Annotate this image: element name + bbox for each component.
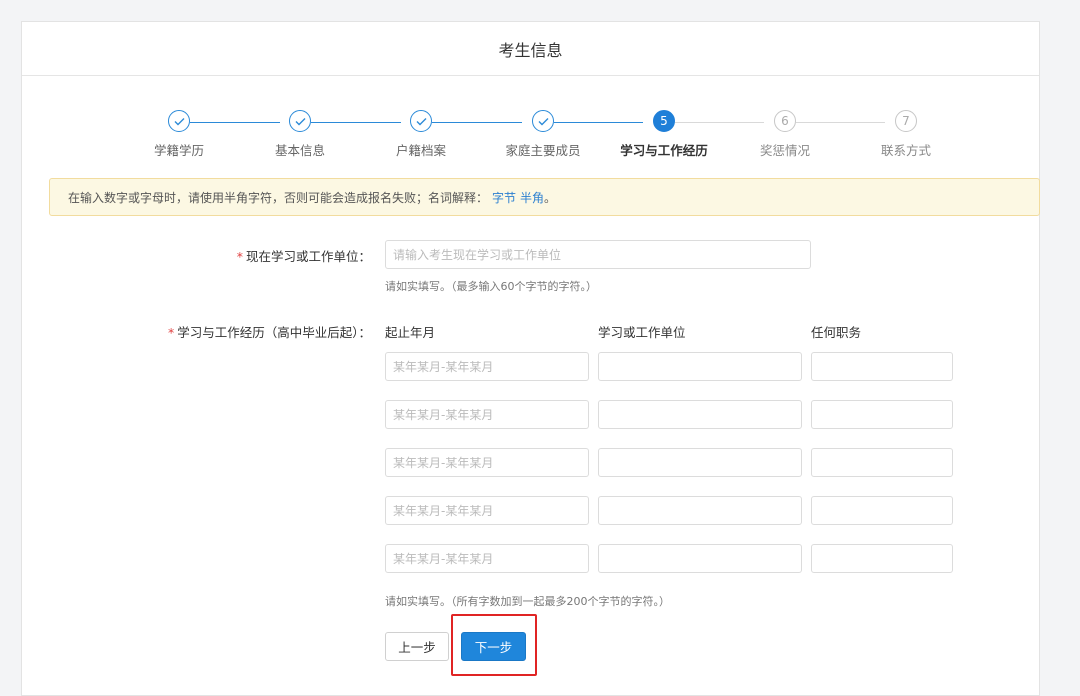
history-row-1-unit-input[interactable]	[598, 352, 802, 381]
half-width-definition-link[interactable]: 半角	[520, 189, 544, 206]
step-connector	[554, 122, 643, 123]
required-mark: *	[236, 249, 243, 264]
history-row-5-period-input[interactable]	[385, 544, 589, 573]
history-row-3-period-input[interactable]	[385, 448, 589, 477]
history-row-2-period-input[interactable]	[385, 400, 589, 429]
step-7-number: 7	[895, 110, 917, 132]
history-hint: 请如实填写。（所有字数加到一起最多200个字节的字符。）	[385, 595, 670, 608]
step-connector	[432, 122, 522, 123]
history-row-3-position-input[interactable]	[811, 448, 953, 477]
current-unit-label: * 现在学习或工作单位：	[237, 246, 371, 265]
step-6-number: 6	[774, 110, 796, 132]
step-7-label: 联系方式	[880, 143, 931, 158]
step-4-label: 家庭主要成员	[505, 143, 581, 158]
step-1-check-icon	[168, 110, 190, 132]
history-row-5-position-input[interactable]	[811, 544, 953, 573]
prev-step-button[interactable]: 上一步	[385, 632, 449, 661]
step-connector	[796, 122, 885, 123]
current-unit-hint: 请如实填写。（最多输入60个字节的字符。）	[385, 280, 597, 293]
half-width-notice: 在输入数字或字母时，请使用半角字符，否则可能会造成报名失败；名词解释： 字节 半…	[49, 178, 1040, 216]
current-unit-input[interactable]	[385, 240, 811, 269]
step-2-label: 基本信息	[274, 143, 325, 158]
step-4-check-icon	[532, 110, 554, 132]
step-3-check-icon	[410, 110, 432, 132]
history-label: * 学习与工作经历（高中毕业后起）：	[168, 322, 371, 341]
history-label-text: 学习与工作经历（高中毕业后起）：	[177, 325, 371, 340]
step-2-check-icon	[289, 110, 311, 132]
step-connector	[311, 122, 401, 123]
column-header-position: 任何职务	[811, 325, 862, 340]
byte-definition-link[interactable]: 字节	[492, 189, 516, 206]
history-row-2-unit-input[interactable]	[598, 400, 802, 429]
history-row-2-position-input[interactable]	[811, 400, 953, 429]
current-unit-label-text: 现在学习或工作单位：	[245, 249, 371, 264]
notice-text: 在输入数字或字母时，请使用半角字符，否则可能会造成报名失败；名词解释：	[68, 190, 489, 205]
history-row-4-position-input[interactable]	[811, 496, 953, 525]
notice-suffix: 。	[544, 190, 557, 205]
step-5-number: 5	[653, 110, 675, 132]
history-row-4-unit-input[interactable]	[598, 496, 802, 525]
step-connector	[675, 122, 764, 123]
next-button-highlight-box	[451, 614, 537, 676]
history-row-4-period-input[interactable]	[385, 496, 589, 525]
step-connector	[190, 122, 280, 123]
step-6-label: 奖惩情况	[759, 143, 810, 158]
history-row-1-period-input[interactable]	[385, 352, 589, 381]
step-5-label: 学习与工作经历	[620, 143, 708, 158]
required-mark: *	[167, 325, 175, 340]
progress-steps: 学籍学历 基本信息 户籍档案 家庭主要成员 5 学习与工作经历 6 奖惩情况 7…	[22, 110, 1041, 160]
step-3-label: 户籍档案	[395, 143, 446, 158]
column-header-unit: 学习或工作单位	[598, 325, 686, 340]
column-header-period: 起止年月	[385, 325, 436, 340]
step-1-label: 学籍学历	[153, 143, 204, 158]
history-row-3-unit-input[interactable]	[598, 448, 802, 477]
history-row-1-position-input[interactable]	[811, 352, 953, 381]
page-title: 考生信息	[22, 22, 1039, 76]
exam-info-card: 考生信息 学籍学历 基本信息 户籍档案 家庭主要成员 5 学习与工作经历 6 奖…	[21, 21, 1040, 696]
history-row-5-unit-input[interactable]	[598, 544, 802, 573]
